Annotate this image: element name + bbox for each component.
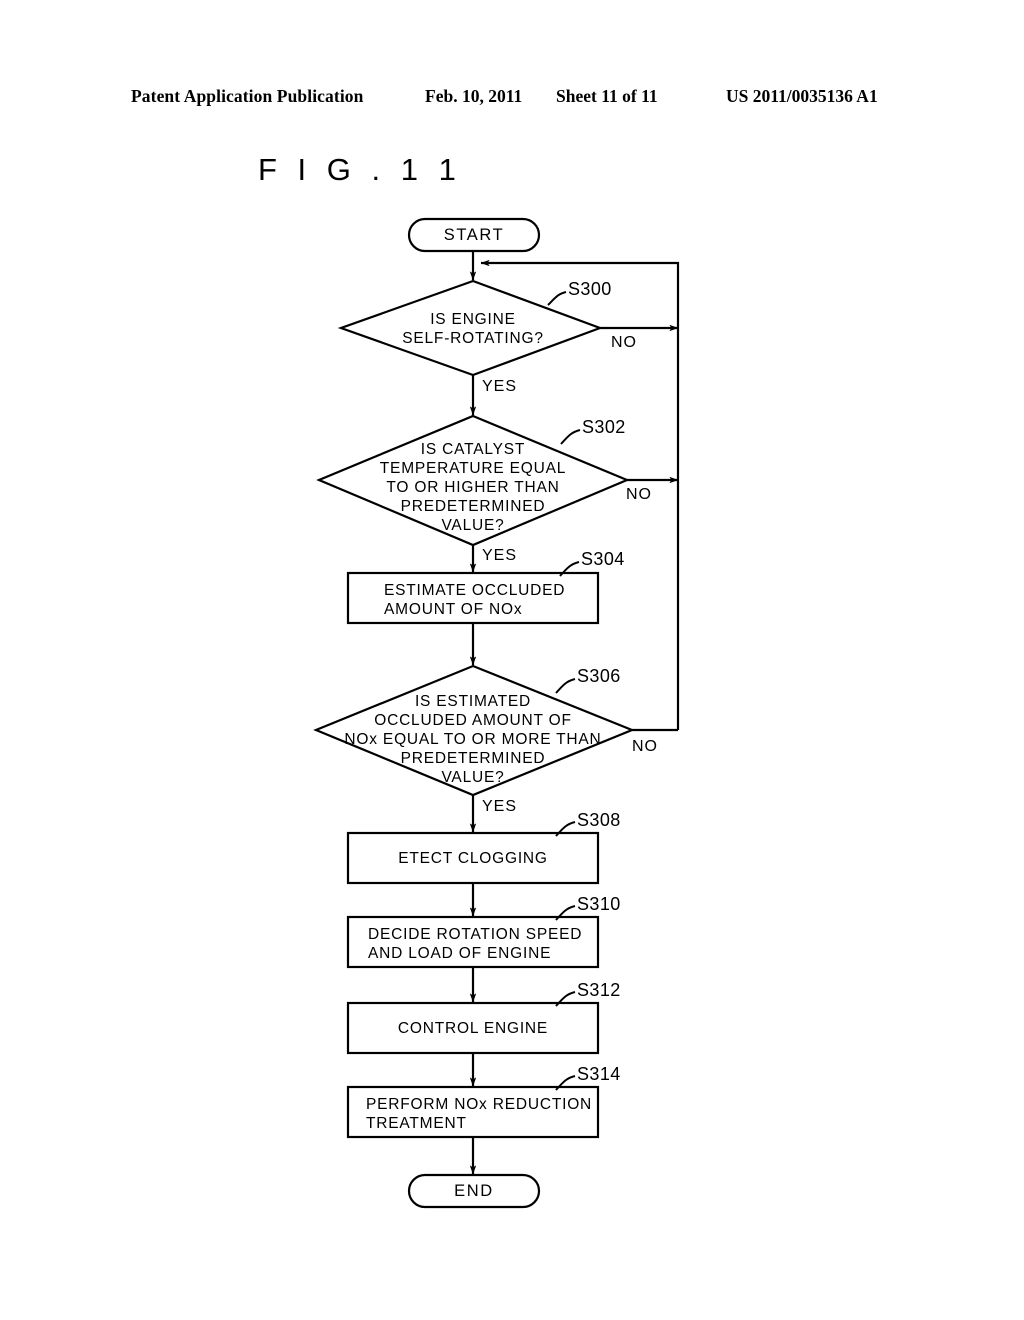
s306-no-label: NO	[632, 738, 658, 755]
s300-decision-text: IS ENGINE SELF-ROTATING?	[402, 311, 544, 347]
s310-process-text: DECIDE ROTATION SPEED AND LOAD OF ENGINE	[368, 926, 583, 962]
s314-process-text: PERFORM NOx REDUCTION TREATMENT	[366, 1096, 593, 1132]
s312-process-text: CONTROL ENGINE	[397, 1020, 549, 1037]
s300-step-label: S300	[568, 279, 612, 299]
s314-step-label: S314	[577, 1064, 621, 1084]
s306-step-label: S306	[577, 666, 621, 686]
s306-leader-line	[555, 678, 576, 694]
s306-yes-label: YES	[482, 798, 518, 815]
s300-leader-line	[547, 291, 567, 306]
end-terminator-label: END	[454, 1182, 494, 1200]
s306-decision-text: IS ESTIMATED OCCLUDED AMOUNT OF NOx EQUA…	[344, 693, 602, 786]
s300-no-label: NO	[611, 334, 637, 351]
s304-process-text: ESTIMATE OCCLUDED AMOUNT OF NOx	[384, 582, 566, 618]
s302-decision-text: IS CATALYST TEMPERATURE EQUAL TO OR HIGH…	[379, 441, 567, 534]
s308-process-text: ETECT CLOGGING	[398, 850, 548, 867]
s310-step-label: S310	[577, 894, 621, 914]
s304-step-label: S304	[581, 549, 625, 569]
s300-yes-label: YES	[482, 378, 518, 395]
patent-figure-page: Patent Application Publication Feb. 10, …	[0, 0, 1024, 1320]
s302-no-label: NO	[626, 486, 652, 503]
s302-step-label: S302	[582, 417, 626, 437]
start-terminator-label: START	[443, 226, 505, 244]
s312-step-label: S312	[577, 980, 621, 1000]
s302-yes-label: YES	[482, 547, 518, 564]
s308-step-label: S308	[577, 810, 621, 830]
